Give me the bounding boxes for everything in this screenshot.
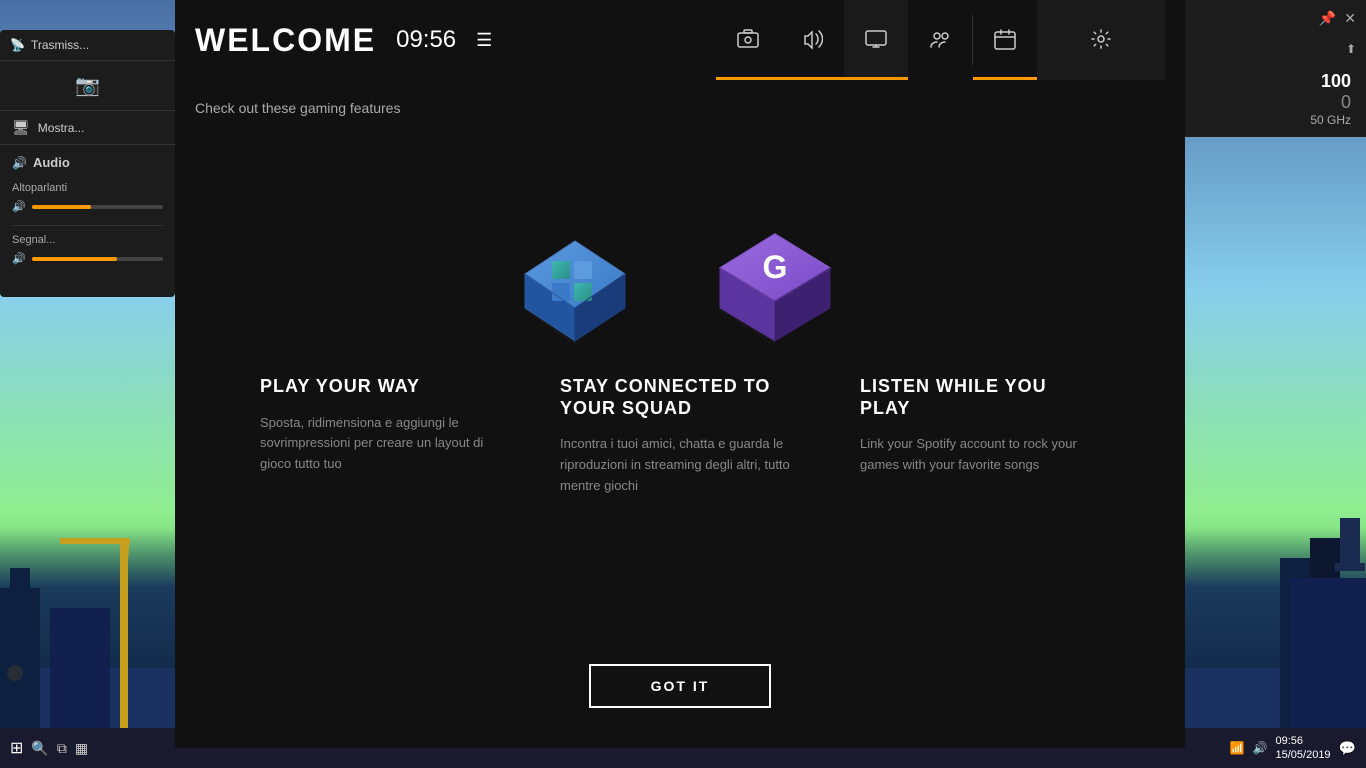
nav-display[interactable] xyxy=(844,0,908,80)
g-key-illustration: G xyxy=(700,216,850,356)
feature-1-desc: Sposta, ridimensiona e aggiungi le sovri… xyxy=(260,413,500,475)
key-illustrations: G xyxy=(510,136,850,356)
camera-button[interactable]: 📷 xyxy=(0,61,175,111)
feature-play-your-way: PLAY YOUR WAY Sposta, ridimensiona e agg… xyxy=(230,356,530,517)
segnale-slider-row: 🔊 xyxy=(12,252,163,265)
segnale-group: Segnal... 🔊 xyxy=(12,234,163,265)
feature-listen-while-play: LISTEN WHILE YOU PLAY Link your Spotify … xyxy=(830,356,1130,517)
audio-label: Audio xyxy=(33,155,70,170)
search-icon[interactable]: 🔍 xyxy=(31,740,48,757)
feature-3-title: LISTEN WHILE YOU PLAY xyxy=(860,376,1100,419)
broadcast-icon: 📡 xyxy=(10,38,25,52)
content-area: Check out these gaming features xyxy=(175,80,1185,748)
monitor-icon: 🖥 xyxy=(12,119,30,136)
audio-header: 🔊 Audio xyxy=(12,155,163,170)
expand-icon[interactable]: ⬆ xyxy=(1346,42,1356,56)
features-row: PLAY YOUR WAY Sposta, ridimensiona e agg… xyxy=(230,356,1130,517)
feature-1-title: PLAY YOUR WAY xyxy=(260,376,500,398)
nav-audio[interactable] xyxy=(780,0,844,80)
taskbar-date: 15/05/2019 xyxy=(1276,748,1331,762)
main-overlay: WELCOME 09:56 ☰ xyxy=(175,0,1185,748)
taskbar-clock: 09:56 15/05/2019 xyxy=(1276,734,1331,763)
nav-capture[interactable] xyxy=(716,0,780,80)
stat-100: 100 xyxy=(1321,71,1351,92)
mostra-button[interactable]: 🖥 Mostra... xyxy=(0,111,175,145)
segnale-fill xyxy=(32,257,117,261)
feature-3-desc: Link your Spotify account to rock your g… xyxy=(860,434,1100,476)
feature-stay-connected: STAY CONNECTED TO YOUR SQUAD Incontra i … xyxy=(530,356,830,517)
altoparlanti-track[interactable] xyxy=(32,205,163,209)
wifi-icon: 📶 xyxy=(1230,741,1245,755)
speaker-icon: 🔊 xyxy=(12,200,26,213)
nav-settings[interactable] xyxy=(1037,0,1165,80)
apps-icon[interactable]: ▦ xyxy=(75,740,88,757)
nav-icons xyxy=(716,0,1165,80)
taskbar-left: ⊞ 🔍 ⧉ ▦ xyxy=(0,738,98,758)
audio-header-icon: 🔊 xyxy=(12,156,27,170)
task-view-icon[interactable]: ⧉ xyxy=(57,740,67,757)
altoparlanti-fill xyxy=(32,205,91,209)
slider-divider xyxy=(12,225,163,226)
welcome-title: WELCOME xyxy=(195,22,376,59)
segnale-track[interactable] xyxy=(32,257,163,261)
right-close-icon[interactable]: ✕ xyxy=(1344,10,1356,27)
nav-calendar[interactable] xyxy=(973,0,1037,80)
left-side-panel: 📡 Trasmiss... 📷 🖥 Mostra... 🔊 Audio Alto… xyxy=(0,30,175,297)
taskbar-icons: 📶 🔊 09:56 15/05/2019 💬 xyxy=(1230,734,1366,763)
stat-freq: 50 GHz xyxy=(1310,113,1351,127)
audio-section: 🔊 Audio Altoparlanti 🔊 Segnal... 🔊 xyxy=(0,145,175,287)
right-side-panel: 📌 ✕ ⬆ 100 0 50 GHz xyxy=(1185,0,1366,137)
capture-label: Trasmiss... xyxy=(31,38,89,52)
nav-social[interactable] xyxy=(908,0,972,80)
feature-2-desc: Incontra i tuoi amici, chatta e guarda l… xyxy=(560,434,800,496)
volume-icon: 🔊 xyxy=(1253,741,1268,755)
time-display: 09:56 xyxy=(396,26,456,54)
got-it-container: GOT IT xyxy=(589,664,772,728)
taskbar-time: 09:56 xyxy=(1276,734,1331,748)
subtitle: Check out these gaming features xyxy=(195,100,400,116)
feature-2-title: STAY CONNECTED TO YOUR SQUAD xyxy=(560,376,800,419)
windows-start-button[interactable]: ⊞ xyxy=(10,738,23,758)
right-top-icons: 📌 ✕ xyxy=(1309,0,1366,37)
capture-header: 📡 Trasmiss... xyxy=(0,30,175,61)
notification-icon[interactable]: 💬 xyxy=(1339,740,1356,757)
windows-key-illustration xyxy=(510,226,640,356)
right-stats: 100 0 50 GHz xyxy=(1185,61,1366,137)
mostra-label: Mostra... xyxy=(38,121,85,135)
top-nav: WELCOME 09:56 ☰ xyxy=(175,0,1185,80)
got-it-button[interactable]: GOT IT xyxy=(589,664,772,708)
altoparlanti-slider-row: 🔊 xyxy=(12,200,163,213)
hamburger-icon[interactable]: ☰ xyxy=(476,30,492,51)
altoparlanti-label: Altoparlanti xyxy=(12,182,163,194)
segnale-label: Segnal... xyxy=(12,234,163,246)
svg-text:G: G xyxy=(763,249,788,285)
segnale-speaker-icon: 🔊 xyxy=(12,252,26,265)
stat-0: 0 xyxy=(1341,92,1351,113)
camera-icon: 📷 xyxy=(75,73,100,98)
altoparlanti-group: Altoparlanti 🔊 xyxy=(12,182,163,213)
pin-icon[interactable]: 📌 xyxy=(1319,10,1336,27)
